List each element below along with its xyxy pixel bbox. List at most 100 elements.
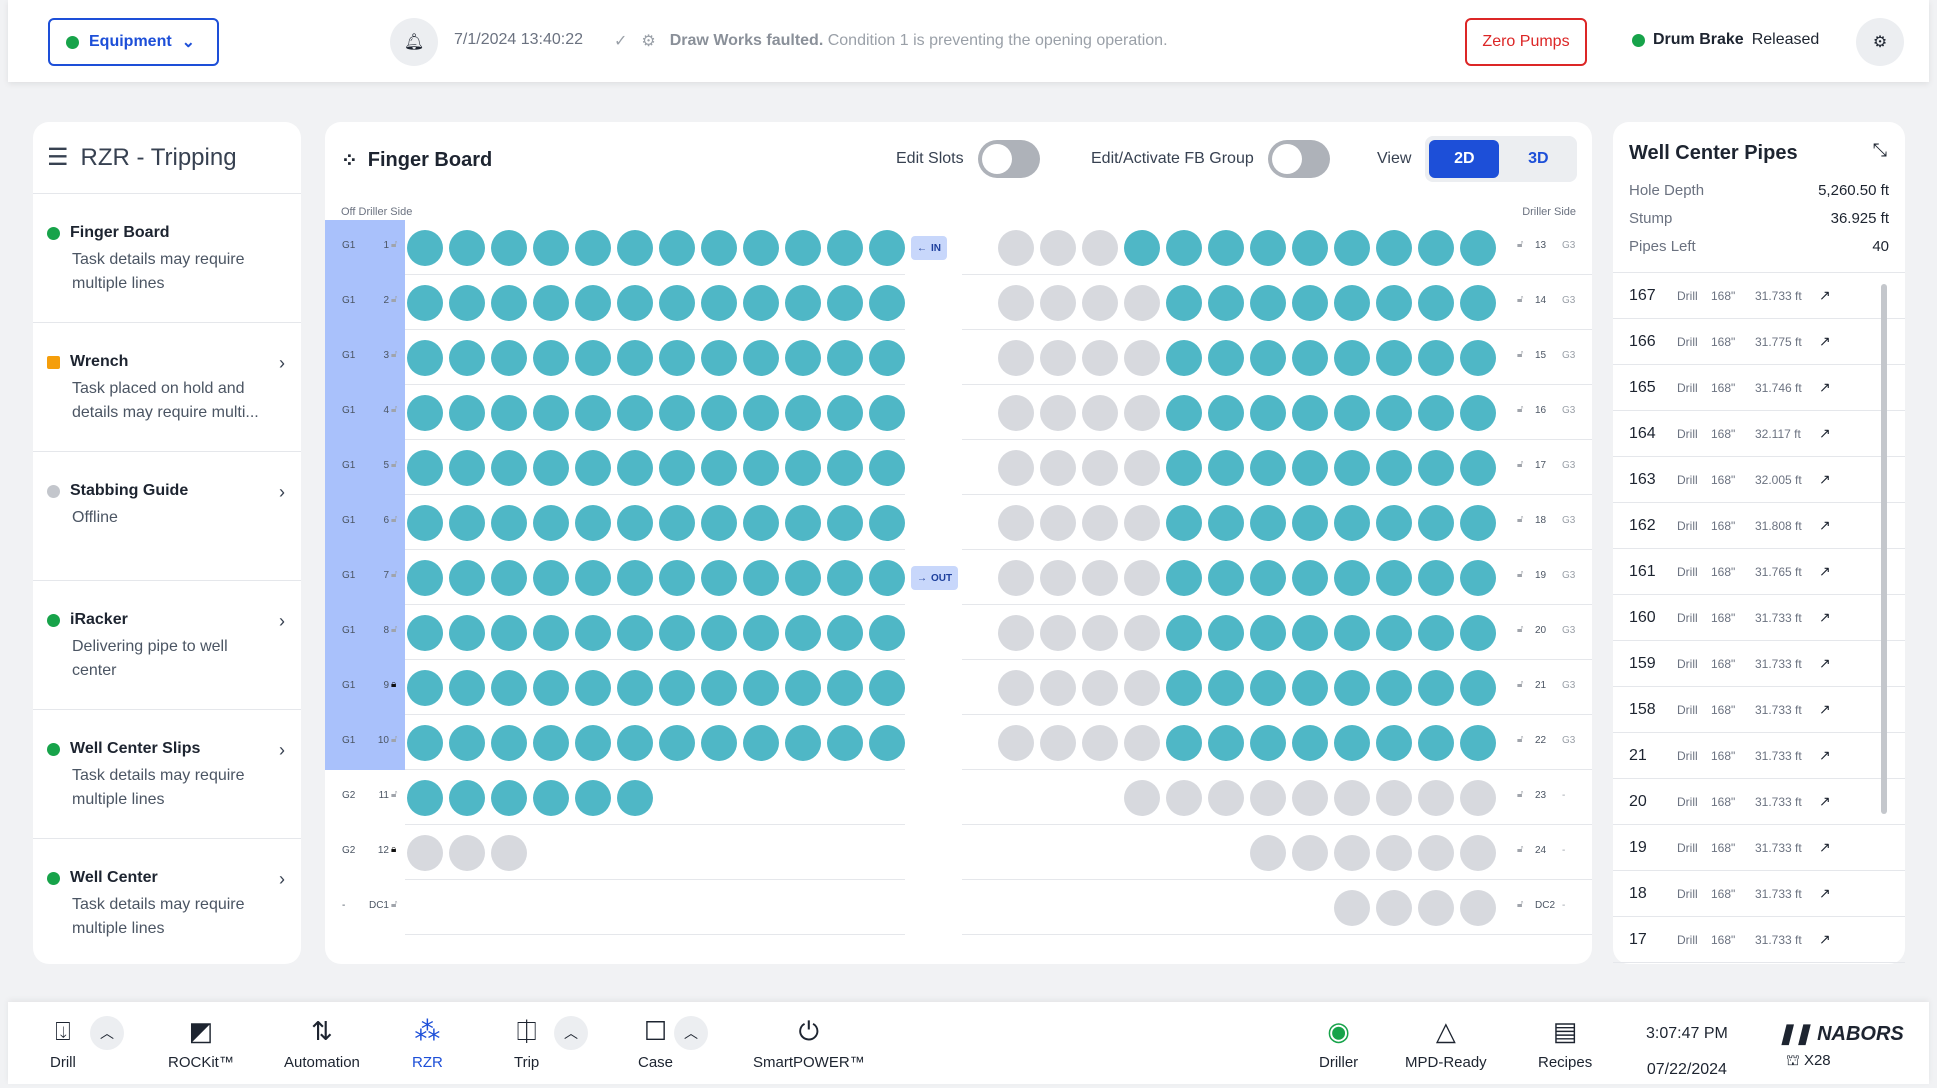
nav-automation[interactable]: ⇅ Automation xyxy=(284,1016,360,1071)
collapse-icon[interactable]: ⤡ xyxy=(1873,140,1887,161)
pipe-slot-filled[interactable] xyxy=(1376,285,1412,321)
pipe-slot-filled[interactable] xyxy=(1418,670,1454,706)
pipe-slot-filled[interactable] xyxy=(701,505,737,541)
pipe-slot-filled[interactable] xyxy=(1292,505,1328,541)
pipe-slot-filled[interactable] xyxy=(659,230,695,266)
pipe-row[interactable]: 159 Drill 168" 31.733 ft ↗ xyxy=(1613,641,1905,687)
pipe-slot-filled[interactable] xyxy=(869,285,905,321)
lock-open-icon[interactable]: 🔓︎ xyxy=(391,239,397,250)
pipe-slot-empty[interactable] xyxy=(1292,835,1328,871)
pipe-slot-filled[interactable] xyxy=(785,560,821,596)
pipe-slot-filled[interactable] xyxy=(575,780,611,816)
pipe-slot-empty[interactable] xyxy=(1082,230,1118,266)
pipe-slot-filled[interactable] xyxy=(1460,230,1496,266)
pipe-slot-empty[interactable] xyxy=(998,615,1034,651)
pipe-slot-empty[interactable] xyxy=(1040,560,1076,596)
pipe-slot-filled[interactable] xyxy=(575,340,611,376)
pipe-slot-empty[interactable] xyxy=(1334,835,1370,871)
pipe-slot-filled[interactable] xyxy=(449,615,485,651)
pipe-slot-filled[interactable] xyxy=(1376,505,1412,541)
pipe-slot-filled[interactable] xyxy=(827,615,863,651)
pipe-slot-filled[interactable] xyxy=(1376,450,1412,486)
pipe-slot-empty[interactable] xyxy=(407,835,443,871)
pipe-slot-filled[interactable] xyxy=(659,615,695,651)
lock-open-icon[interactable]: 🔓︎ xyxy=(1517,679,1523,690)
pipe-slot-filled[interactable] xyxy=(785,615,821,651)
pipe-slot-empty[interactable] xyxy=(1124,780,1160,816)
pipe-slot-filled[interactable] xyxy=(1460,725,1496,761)
pipe-slot-filled[interactable] xyxy=(1334,725,1370,761)
lock-open-icon[interactable]: 🔓︎ xyxy=(391,789,397,800)
pipe-slot-empty[interactable] xyxy=(1250,780,1286,816)
pipe-slot-filled[interactable] xyxy=(869,450,905,486)
pipe-slot-empty[interactable] xyxy=(1124,725,1160,761)
pipe-slot-filled[interactable] xyxy=(1334,560,1370,596)
pipe-slot-filled[interactable] xyxy=(1334,615,1370,651)
pipe-slot-empty[interactable] xyxy=(1418,890,1454,926)
pipe-slot-filled[interactable] xyxy=(701,615,737,651)
pipe-slot-filled[interactable] xyxy=(1250,670,1286,706)
pipe-slot-filled[interactable] xyxy=(1376,615,1412,651)
nav-mpd[interactable]: △ MPD-Ready xyxy=(1405,1016,1487,1071)
pipe-row[interactable]: 167 Drill 168" 31.733 ft ↗ xyxy=(1613,273,1905,319)
pipe-slot-filled[interactable] xyxy=(743,725,779,761)
pipe-slot-filled[interactable] xyxy=(659,285,695,321)
pipe-slot-filled[interactable] xyxy=(491,560,527,596)
lock-open-icon[interactable]: 🔓︎ xyxy=(391,569,397,580)
edit-group-toggle[interactable] xyxy=(1267,140,1330,178)
pipe-slot-filled[interactable] xyxy=(1418,560,1454,596)
pipe-slot-empty[interactable] xyxy=(1040,615,1076,651)
pipe-slot-filled[interactable] xyxy=(1334,670,1370,706)
pipe-slot-filled[interactable] xyxy=(617,780,653,816)
nav-rockit[interactable]: ◩ ROCKit™ xyxy=(168,1016,234,1071)
external-link-icon[interactable]: ↗ xyxy=(1819,701,1831,718)
equipment-dropdown[interactable]: Equipment ⌄ xyxy=(48,18,219,66)
lock-open-icon[interactable]: 🔓︎ xyxy=(391,514,397,525)
pipe-slot-empty[interactable] xyxy=(1040,450,1076,486)
pipe-slot-filled[interactable] xyxy=(743,505,779,541)
pipe-slot-filled[interactable] xyxy=(1418,395,1454,431)
nav-drill[interactable]: ⍗ Drill xyxy=(50,1016,76,1071)
pipe-slot-filled[interactable] xyxy=(659,450,695,486)
pipe-row[interactable]: 19 Drill 168" 31.733 ft ↗ xyxy=(1613,825,1905,871)
external-link-icon[interactable]: ↗ xyxy=(1819,793,1831,810)
pipe-slot-filled[interactable] xyxy=(1376,670,1412,706)
pipe-slot-empty[interactable] xyxy=(1124,340,1160,376)
pipe-slot-filled[interactable] xyxy=(1418,230,1454,266)
pipe-slot-filled[interactable] xyxy=(533,450,569,486)
external-link-icon[interactable]: ↗ xyxy=(1819,471,1831,488)
lock-open-icon[interactable]: 🔓︎ xyxy=(1517,734,1523,745)
pipe-slot-filled[interactable] xyxy=(1166,285,1202,321)
pipe-slot-filled[interactable] xyxy=(617,505,653,541)
external-link-icon[interactable]: ↗ xyxy=(1819,609,1831,626)
pipe-slot-filled[interactable] xyxy=(1166,725,1202,761)
pipe-slot-filled[interactable] xyxy=(1292,285,1328,321)
pipe-slot-filled[interactable] xyxy=(407,780,443,816)
pipe-slot-empty[interactable] xyxy=(1124,450,1160,486)
case-expand-button[interactable]: ︿ xyxy=(674,1016,708,1050)
pipe-slot-filled[interactable] xyxy=(1334,505,1370,541)
pipe-slot-filled[interactable] xyxy=(1292,230,1328,266)
pipe-row[interactable]: 18 Drill 168" 31.733 ft ↗ xyxy=(1613,871,1905,917)
pipe-slot-filled[interactable] xyxy=(1250,340,1286,376)
lock-open-icon[interactable]: 🔓︎ xyxy=(1517,349,1523,360)
pipe-slot-filled[interactable] xyxy=(1460,395,1496,431)
lock-open-icon[interactable]: 🔓︎ xyxy=(1517,899,1523,910)
pipe-slot-filled[interactable] xyxy=(785,505,821,541)
pipe-slot-filled[interactable] xyxy=(533,505,569,541)
pipe-slot-empty[interactable] xyxy=(1040,395,1076,431)
pipe-slot-filled[interactable] xyxy=(869,340,905,376)
pipe-slot-filled[interactable] xyxy=(1166,615,1202,651)
pipe-slot-filled[interactable] xyxy=(785,340,821,376)
pipe-slot-filled[interactable] xyxy=(1460,670,1496,706)
view-2d-button[interactable]: 2D xyxy=(1429,140,1500,178)
external-link-icon[interactable]: ↗ xyxy=(1819,885,1831,902)
pipe-slot-filled[interactable] xyxy=(827,285,863,321)
pipe-slot-filled[interactable] xyxy=(1376,395,1412,431)
pipe-slot-filled[interactable] xyxy=(1292,450,1328,486)
task-item[interactable]: Wrench Task placed on hold and details ma… xyxy=(33,323,301,452)
pipe-slot-empty[interactable] xyxy=(1292,780,1328,816)
pipe-slot-filled[interactable] xyxy=(1418,285,1454,321)
lock-open-icon[interactable]: 🔓︎ xyxy=(1517,569,1523,580)
pipe-slot-empty[interactable] xyxy=(998,505,1034,541)
